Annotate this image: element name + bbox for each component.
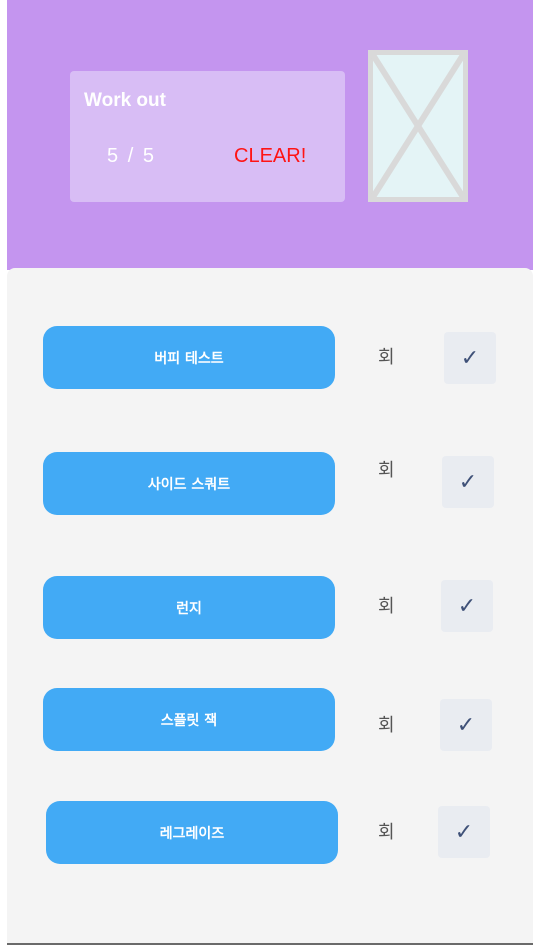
exercise-button-split-jack[interactable]: 스플릿 잭 <box>43 688 335 751</box>
exercise-button-lunge[interactable]: 런지 <box>43 576 335 639</box>
check-icon[interactable]: ✓ <box>442 456 494 508</box>
bottom-divider <box>7 943 533 945</box>
exercise-button-leg-raise[interactable]: 레그레이즈 <box>46 801 338 864</box>
image-placeholder-icon <box>368 50 468 202</box>
clear-status: CLEAR! <box>234 145 307 167</box>
unit-label: 회 <box>378 347 395 368</box>
check-icon[interactable]: ✓ <box>444 332 496 384</box>
workout-screen: Work out 5 / 5 CLEAR! 버피 테스트 회 ✓ 사이드 스쿼트… <box>0 0 533 949</box>
check-icon[interactable]: ✓ <box>440 699 492 751</box>
progress-done: 5 <box>107 145 119 167</box>
exercise-button-burpee-test[interactable]: 버피 테스트 <box>43 326 335 389</box>
card-title: Work out <box>84 90 166 111</box>
unit-label: 회 <box>378 460 395 481</box>
progress-separator: / <box>127 145 134 167</box>
unit-label: 회 <box>378 715 395 736</box>
progress-total: 5 <box>142 145 154 167</box>
progress-card: Work out 5 / 5 CLEAR! <box>70 71 345 202</box>
unit-label: 회 <box>378 822 395 843</box>
check-icon[interactable]: ✓ <box>438 806 490 858</box>
progress-count: 5 / 5 <box>107 145 154 168</box>
check-icon[interactable]: ✓ <box>441 580 493 632</box>
unit-label: 회 <box>378 596 395 617</box>
exercise-button-side-squat[interactable]: 사이드 스쿼트 <box>43 452 335 515</box>
